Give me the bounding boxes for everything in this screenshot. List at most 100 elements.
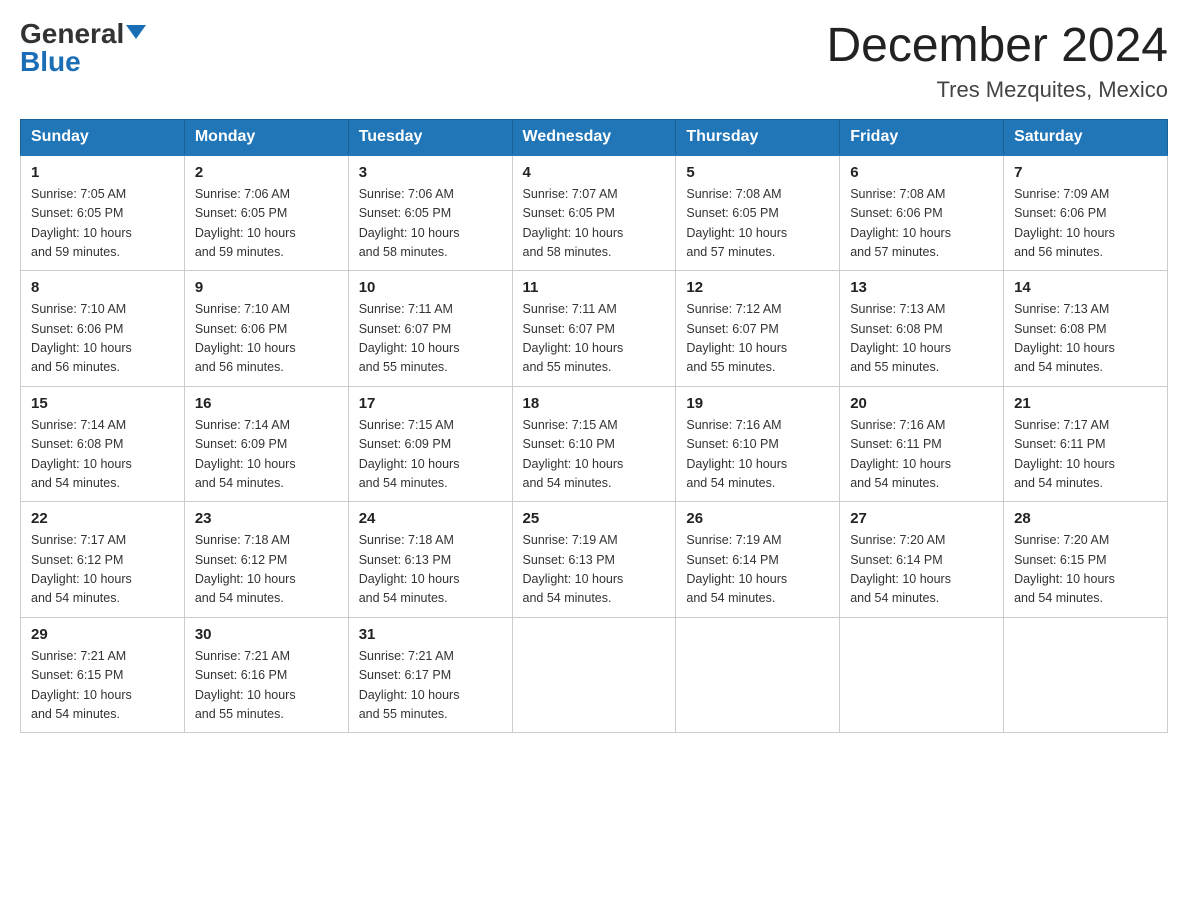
calendar-cell: 24 Sunrise: 7:18 AMSunset: 6:13 PMDayligh… [348,502,512,618]
day-number: 20 [850,395,993,412]
day-number: 28 [1014,510,1157,527]
header-sunday: Sunday [21,119,185,155]
day-info: Sunrise: 7:15 AMSunset: 6:09 PMDaylight:… [359,416,502,494]
day-info: Sunrise: 7:20 AMSunset: 6:15 PMDaylight:… [1014,531,1157,609]
day-number: 3 [359,164,502,181]
calendar-cell: 4Sunrise: 7:07 AMSunset: 6:05 PMDaylight… [512,155,676,271]
calendar-cell: 20 Sunrise: 7:16 AMSunset: 6:11 PMDayligh… [840,386,1004,502]
location-title: Tres Mezquites, Mexico [826,77,1168,103]
day-info: Sunrise: 7:19 AMSunset: 6:13 PMDaylight:… [523,531,666,609]
day-info: Sunrise: 7:10 AMSunset: 6:06 PMDaylight:… [195,300,338,378]
calendar-cell: 2Sunrise: 7:06 AMSunset: 6:05 PMDaylight… [184,155,348,271]
day-number: 31 [359,626,502,643]
calendar-cell: 26Sunrise: 7:19 AMSunset: 6:14 PMDayligh… [676,502,840,618]
day-number: 7 [1014,164,1157,181]
calendar-cell: 17 Sunrise: 7:15 AMSunset: 6:09 PMDayligh… [348,386,512,502]
header-monday: Monday [184,119,348,155]
day-number: 24 [359,510,502,527]
day-info: Sunrise: 7:08 AMSunset: 6:06 PMDaylight:… [850,185,993,263]
day-info: Sunrise: 7:17 AMSunset: 6:12 PMDaylight:… [31,531,174,609]
calendar-cell: 30Sunrise: 7:21 AMSunset: 6:16 PMDayligh… [184,617,348,733]
day-number: 15 [31,395,174,412]
day-info: Sunrise: 7:05 AMSunset: 6:05 PMDaylight:… [31,185,174,263]
day-number: 18 [523,395,666,412]
day-info: Sunrise: 7:13 AMSunset: 6:08 PMDaylight:… [1014,300,1157,378]
day-number: 17 [359,395,502,412]
calendar-cell: 1 Sunrise: 7:05 AMSunset: 6:05 PMDaylight… [21,155,185,271]
day-info: Sunrise: 7:08 AMSunset: 6:05 PMDaylight:… [686,185,829,263]
day-number: 9 [195,279,338,296]
calendar-week-row: 29 Sunrise: 7:21 AMSunset: 6:15 PMDayligh… [21,617,1168,733]
calendar-cell: 14Sunrise: 7:13 AMSunset: 6:08 PMDayligh… [1004,271,1168,387]
day-info: Sunrise: 7:20 AMSunset: 6:14 PMDaylight:… [850,531,993,609]
calendar-header-row: SundayMondayTuesdayWednesdayThursdayFrid… [21,119,1168,155]
day-number: 8 [31,279,174,296]
day-number: 30 [195,626,338,643]
calendar-cell: 28 Sunrise: 7:20 AMSunset: 6:15 PMDayligh… [1004,502,1168,618]
header-saturday: Saturday [1004,119,1168,155]
logo-blue-text: Blue [20,48,81,76]
day-info: Sunrise: 7:14 AMSunset: 6:08 PMDaylight:… [31,416,174,494]
calendar-cell: 31 Sunrise: 7:21 AMSunset: 6:17 PMDayligh… [348,617,512,733]
day-number: 10 [359,279,502,296]
calendar-cell: 8Sunrise: 7:10 AMSunset: 6:06 PMDaylight… [21,271,185,387]
title-block: December 2024 Tres Mezquites, Mexico [826,20,1168,103]
day-info: Sunrise: 7:16 AMSunset: 6:10 PMDaylight:… [686,416,829,494]
header-friday: Friday [840,119,1004,155]
calendar-week-row: 1 Sunrise: 7:05 AMSunset: 6:05 PMDaylight… [21,155,1168,271]
day-number: 2 [195,164,338,181]
day-info: Sunrise: 7:19 AMSunset: 6:14 PMDaylight:… [686,531,829,609]
day-number: 1 [31,164,174,181]
calendar-cell [676,617,840,733]
calendar-table: SundayMondayTuesdayWednesdayThursdayFrid… [20,119,1168,734]
calendar-week-row: 15 Sunrise: 7:14 AMSunset: 6:08 PMDayligh… [21,386,1168,502]
day-number: 27 [850,510,993,527]
day-number: 29 [31,626,174,643]
day-info: Sunrise: 7:13 AMSunset: 6:08 PMDaylight:… [850,300,993,378]
day-number: 6 [850,164,993,181]
day-info: Sunrise: 7:21 AMSunset: 6:15 PMDaylight:… [31,647,174,725]
calendar-cell: 21 Sunrise: 7:17 AMSunset: 6:11 PMDayligh… [1004,386,1168,502]
page-header: General Blue December 2024 Tres Mezquite… [20,20,1168,103]
day-number: 12 [686,279,829,296]
day-info: Sunrise: 7:16 AMSunset: 6:11 PMDaylight:… [850,416,993,494]
day-info: Sunrise: 7:21 AMSunset: 6:17 PMDaylight:… [359,647,502,725]
day-info: Sunrise: 7:14 AMSunset: 6:09 PMDaylight:… [195,416,338,494]
calendar-cell: 6 Sunrise: 7:08 AMSunset: 6:06 PMDaylight… [840,155,1004,271]
calendar-cell: 3 Sunrise: 7:06 AMSunset: 6:05 PMDaylight… [348,155,512,271]
day-number: 21 [1014,395,1157,412]
day-info: Sunrise: 7:17 AMSunset: 6:11 PMDaylight:… [1014,416,1157,494]
calendar-cell [1004,617,1168,733]
calendar-cell: 29 Sunrise: 7:21 AMSunset: 6:15 PMDayligh… [21,617,185,733]
calendar-cell: 12 Sunrise: 7:12 AMSunset: 6:07 PMDayligh… [676,271,840,387]
day-info: Sunrise: 7:09 AMSunset: 6:06 PMDaylight:… [1014,185,1157,263]
calendar-cell: 19 Sunrise: 7:16 AMSunset: 6:10 PMDayligh… [676,386,840,502]
calendar-cell [512,617,676,733]
day-info: Sunrise: 7:06 AMSunset: 6:05 PMDaylight:… [359,185,502,263]
calendar-cell: 11 Sunrise: 7:11 AMSunset: 6:07 PMDayligh… [512,271,676,387]
day-info: Sunrise: 7:15 AMSunset: 6:10 PMDaylight:… [523,416,666,494]
header-thursday: Thursday [676,119,840,155]
day-info: Sunrise: 7:18 AMSunset: 6:12 PMDaylight:… [195,531,338,609]
day-info: Sunrise: 7:11 AMSunset: 6:07 PMDaylight:… [523,300,666,378]
calendar-cell: 16 Sunrise: 7:14 AMSunset: 6:09 PMDayligh… [184,386,348,502]
day-number: 5 [686,164,829,181]
day-number: 11 [523,279,666,296]
calendar-cell: 5 Sunrise: 7:08 AMSunset: 6:05 PMDaylight… [676,155,840,271]
calendar-cell: 13 Sunrise: 7:13 AMSunset: 6:08 PMDayligh… [840,271,1004,387]
day-number: 22 [31,510,174,527]
day-info: Sunrise: 7:11 AMSunset: 6:07 PMDaylight:… [359,300,502,378]
calendar-cell: 7 Sunrise: 7:09 AMSunset: 6:06 PMDaylight… [1004,155,1168,271]
day-info: Sunrise: 7:07 AMSunset: 6:05 PMDaylight:… [523,185,666,263]
calendar-cell: 15 Sunrise: 7:14 AMSunset: 6:08 PMDayligh… [21,386,185,502]
day-number: 13 [850,279,993,296]
day-number: 19 [686,395,829,412]
calendar-cell [840,617,1004,733]
calendar-week-row: 22 Sunrise: 7:17 AMSunset: 6:12 PMDayligh… [21,502,1168,618]
day-number: 16 [195,395,338,412]
day-info: Sunrise: 7:18 AMSunset: 6:13 PMDaylight:… [359,531,502,609]
month-title: December 2024 [826,20,1168,73]
logo-triangle-icon [126,25,146,39]
day-number: 23 [195,510,338,527]
day-info: Sunrise: 7:12 AMSunset: 6:07 PMDaylight:… [686,300,829,378]
